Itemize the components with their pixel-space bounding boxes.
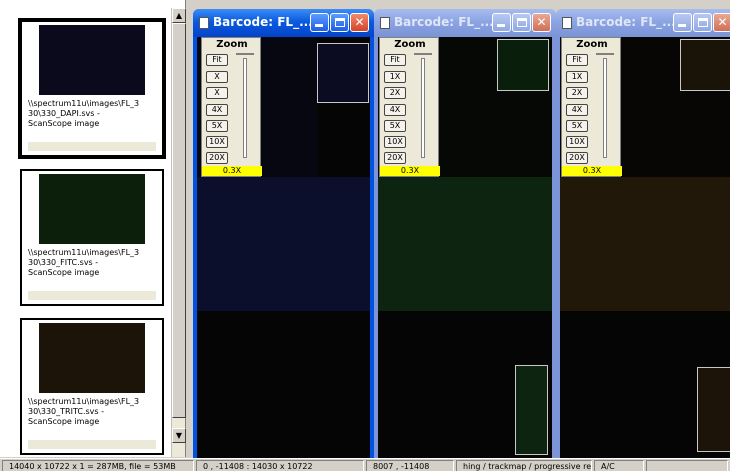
slide-canvas[interactable]: Zoom Fit 1X 2X 4X 5X 10X 20X 0.3X: [378, 37, 552, 458]
thumbnail-scrollbar[interactable]: ▲ ▼: [171, 8, 186, 457]
slide-tile: [197, 311, 370, 458]
thumbnail-caption: \\spectrum11u\images\FL_3 30\330_DAPI.sv…: [28, 99, 140, 128]
thumbnail-image: [27, 25, 157, 95]
navigator-overview[interactable]: [697, 367, 730, 452]
viewer-window-fitc[interactable]: Barcode: FL_... ✕ Zoom Fit 1X 2X 4X 5X 1…: [374, 9, 556, 458]
zoom-value: 0.3X: [380, 166, 440, 176]
minimize-button[interactable]: [673, 13, 692, 32]
zoom-5x-button[interactable]: 5X: [206, 120, 228, 132]
zoom-1x-button[interactable]: 1X: [384, 71, 406, 83]
minimize-button[interactable]: [310, 13, 329, 32]
slide-canvas[interactable]: Zoom Fit X X 4X 5X 10X 20X 0.3X: [197, 37, 370, 458]
thumbnail-footer-bar: [28, 291, 156, 300]
zoom-label: Zoom: [216, 39, 248, 50]
slide-canvas[interactable]: Zoom Fit 1X 2X 4X 5X 10X 20X 0.3X: [560, 37, 730, 458]
close-button[interactable]: ✕: [713, 13, 730, 32]
thumbnail-image: [27, 323, 157, 393]
viewer-title: Barcode: FL_...: [576, 15, 676, 29]
zoom-panel: Zoom Fit 1X 2X 4X 5X 10X 20X 0.3X: [379, 37, 440, 177]
viewer-titlebar[interactable]: Barcode: FL_... ✕: [193, 9, 374, 37]
minimize-icon: [497, 24, 505, 27]
document-icon: [562, 17, 572, 29]
zoom-panel: Zoom Fit X X 4X 5X 10X 20X 0.3X: [201, 37, 262, 177]
zoom-slider-track[interactable]: [603, 58, 607, 158]
status-cursor-position: 8007 , -11408: [366, 460, 454, 471]
zoom-fit-button[interactable]: Fit: [206, 54, 228, 66]
status-indicator: A/C: [594, 460, 644, 471]
close-button[interactable]: ✕: [532, 13, 551, 32]
maximize-icon: [698, 18, 708, 27]
scroll-up-button[interactable]: ▲: [172, 8, 186, 23]
zoom-fit-button[interactable]: Fit: [384, 54, 406, 66]
zoom-20x-button[interactable]: 20X: [566, 152, 588, 164]
zoom-label: Zoom: [394, 39, 426, 50]
close-button[interactable]: ✕: [350, 13, 369, 32]
zoom-10x-button[interactable]: 10X: [384, 136, 406, 148]
slide-tile: [560, 177, 730, 311]
thumbnail-card-dapi[interactable]: \\spectrum11u\images\FL_3 30\330_DAPI.sv…: [18, 18, 166, 159]
zoom-slider-handle[interactable]: [596, 53, 614, 59]
maximize-icon: [517, 18, 527, 27]
zoom-slider-handle[interactable]: [236, 53, 254, 59]
minimize-button[interactable]: [492, 13, 511, 32]
zoom-2x-button[interactable]: X: [206, 87, 228, 99]
slide-tile: [378, 177, 552, 311]
zoom-slider-handle[interactable]: [414, 53, 432, 59]
viewer-title: Barcode: FL_...: [394, 15, 494, 29]
scroll-down-button[interactable]: ▼: [172, 428, 186, 443]
minimize-icon: [678, 24, 686, 27]
thumbnail-panel: \\spectrum11u\images\FL_3 30\330_DAPI.sv…: [0, 0, 186, 457]
viewer-window-dapi[interactable]: Barcode: FL_... ✕ Zoom Fit X X 4X 5X 10X…: [193, 9, 374, 458]
zoom-2x-button[interactable]: 2X: [566, 87, 588, 99]
status-bar: 14040 x 10722 x 1 = 287MB, file = 53MB 0…: [0, 458, 730, 471]
viewer-title: Barcode: FL_...: [213, 15, 313, 29]
thumbnail-footer-bar: [28, 440, 156, 449]
maximize-button[interactable]: [330, 13, 349, 32]
zoom-10x-button[interactable]: 10X: [566, 136, 588, 148]
zoom-slider-track[interactable]: [421, 58, 425, 158]
thumbnail-card-tritc[interactable]: \\spectrum11u\images\FL_3 30\330_TRITC.s…: [20, 318, 164, 455]
zoom-4x-button[interactable]: 4X: [384, 104, 406, 116]
maximize-button[interactable]: [693, 13, 712, 32]
navigator-overview[interactable]: [317, 43, 369, 103]
document-icon: [199, 17, 209, 29]
zoom-4x-button[interactable]: 4X: [566, 104, 588, 116]
status-view-region: 0 , -11408 : 14030 x 10722: [196, 460, 364, 471]
zoom-5x-button[interactable]: 5X: [566, 120, 588, 132]
zoom-slider-track[interactable]: [243, 58, 247, 158]
zoom-2x-button[interactable]: 2X: [384, 87, 406, 99]
status-mode: hing / trackmap / progressive re: [456, 460, 592, 471]
minimize-icon: [315, 24, 323, 27]
zoom-label: Zoom: [576, 39, 608, 50]
thumbnail-footer-bar: [28, 142, 156, 151]
zoom-1x-button[interactable]: X: [206, 71, 228, 83]
viewer-titlebar[interactable]: Barcode: FL_... ✕: [374, 9, 556, 37]
navigator-overview[interactable]: [497, 39, 549, 91]
viewer-titlebar[interactable]: Barcode: FL_... ✕: [556, 9, 730, 37]
slide-tile: [197, 177, 370, 311]
zoom-20x-button[interactable]: 20X: [384, 152, 406, 164]
zoom-1x-button[interactable]: 1X: [566, 71, 588, 83]
zoom-4x-button[interactable]: 4X: [206, 104, 228, 116]
zoom-fit-button[interactable]: Fit: [566, 54, 588, 66]
zoom-panel: Zoom Fit 1X 2X 4X 5X 10X 20X 0.3X: [561, 37, 622, 177]
scroll-thumb[interactable]: [172, 23, 186, 418]
thumbnail-card-fitc[interactable]: \\spectrum11u\images\FL_3 30\330_FITC.sv…: [20, 169, 164, 306]
zoom-20x-button[interactable]: 20X: [206, 152, 228, 164]
thumbnail-caption: \\spectrum11u\images\FL_3 30\330_TRITC.s…: [28, 397, 140, 426]
viewer-window-tritc[interactable]: Barcode: FL_... ✕ Zoom Fit 1X 2X 4X 5X 1…: [556, 9, 730, 458]
navigator-overview[interactable]: [680, 39, 730, 91]
status-empty-cell: [646, 460, 728, 471]
zoom-5x-button[interactable]: 5X: [384, 120, 406, 132]
thumbnail-caption: \\spectrum11u\images\FL_3 30\330_FITC.sv…: [28, 248, 140, 277]
zoom-value: 0.3X: [562, 166, 622, 176]
maximize-icon: [335, 18, 345, 27]
navigator-overview[interactable]: [515, 365, 548, 455]
zoom-value: 0.3X: [202, 166, 262, 176]
maximize-button[interactable]: [512, 13, 531, 32]
thumbnail-image: [27, 174, 157, 244]
zoom-10x-button[interactable]: 10X: [206, 136, 228, 148]
document-icon: [380, 17, 390, 29]
status-image-size: 14040 x 10722 x 1 = 287MB, file = 53MB: [2, 460, 194, 471]
